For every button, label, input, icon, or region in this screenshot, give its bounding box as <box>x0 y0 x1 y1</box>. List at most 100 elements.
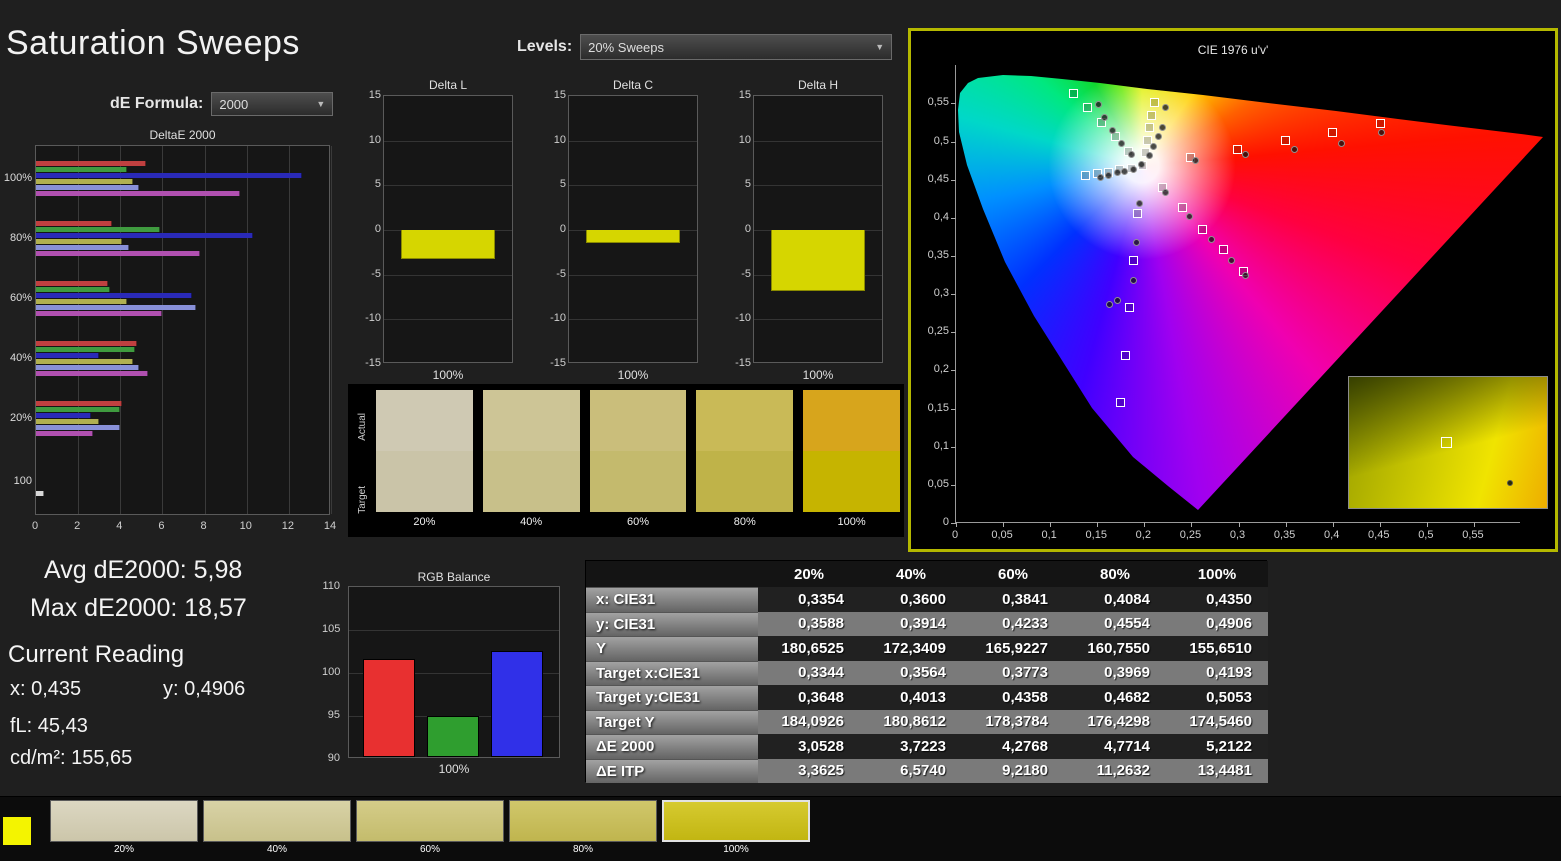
table-cell: 172,3409 <box>860 636 962 661</box>
bar <box>36 221 112 226</box>
target-point <box>1281 136 1291 146</box>
gridline <box>569 274 697 276</box>
swatch-column: 40% <box>482 390 580 537</box>
axis-tick <box>1473 522 1475 527</box>
target-point <box>1116 397 1126 407</box>
axis-tick <box>951 255 956 257</box>
page-title: Saturation Sweeps <box>6 24 300 62</box>
saturation-sweeps-screen: Saturation Sweeps Levels: 20% Sweeps ▼ d… <box>0 0 1561 861</box>
bar <box>36 413 91 418</box>
levels-dropdown[interactable]: 20% Sweeps ▼ <box>580 34 893 60</box>
bar <box>36 305 197 310</box>
table-cell: 0,4013 <box>860 685 962 710</box>
measured-point <box>1127 150 1135 158</box>
axis-tick-label: 90 <box>327 752 340 764</box>
table-cell: 0,3648 <box>758 685 860 710</box>
table-cell: 160,7550 <box>1064 636 1166 661</box>
measured-point <box>1290 145 1298 153</box>
target-point <box>1129 256 1139 266</box>
current-reading-title: Current Reading <box>8 641 185 668</box>
bar <box>36 341 138 346</box>
bar <box>36 425 121 430</box>
axis-tick-label: -10 <box>550 312 566 325</box>
delta-h-plot-area <box>753 95 883 363</box>
de-formula-dropdown[interactable]: 2000 ▼ <box>211 92 334 116</box>
table-cell: 6,5740 <box>860 758 962 783</box>
row-label: y: CIE31 <box>586 611 758 636</box>
gridline <box>384 140 512 142</box>
axis-tick-label: 5 <box>559 178 566 191</box>
table-cell: 0,3354 <box>758 587 860 612</box>
table-cell: 165,9227 <box>962 636 1064 661</box>
axis-tick-label: 15 <box>368 89 381 101</box>
measured-point <box>1507 480 1513 486</box>
axis-tick-label: 4 <box>116 520 123 532</box>
gridline <box>162 146 164 514</box>
table-cell: 4,2768 <box>962 734 1064 759</box>
bottom-bar: 20%40%60%80%100% ▲ ■▶▣∞↻ « Back Next » <box>0 796 1561 861</box>
target-point <box>1376 119 1386 129</box>
bar <box>36 347 136 352</box>
delta-l-chart: Delta L 100% 15 10 5 0 -5 -10 -15 <box>363 72 518 382</box>
bar <box>36 173 302 178</box>
sweep-tile-20%[interactable]: 20% <box>50 800 198 857</box>
max-de2000: Max dE2000: 18,57 <box>30 594 247 622</box>
axis-tick-label: 110 <box>322 580 340 592</box>
target-point <box>1233 144 1243 154</box>
table-cell: 174,5460 <box>1166 709 1268 734</box>
rgb-balance-plot-area <box>348 586 560 758</box>
chart-title: Delta H <box>797 78 838 92</box>
axis-tick <box>951 484 956 486</box>
table-header: 80% <box>1064 561 1166 587</box>
axis-label: 100% <box>438 762 470 776</box>
bar <box>36 239 123 244</box>
bar <box>36 401 123 406</box>
sweep-tile-40%[interactable]: 40% <box>203 800 351 857</box>
sweep-tile-80%[interactable]: 80% <box>509 800 657 857</box>
axis-tick <box>1238 522 1240 527</box>
delta-c-chart: Delta C 100% 15 10 5 0 -5 -10 -15 <box>548 72 703 382</box>
target-swatch <box>482 451 580 512</box>
chart-title: RGB Balance <box>417 570 491 584</box>
current-reading-y: y: 0,4906 <box>163 678 246 700</box>
table-cell: 4,7714 <box>1064 734 1166 759</box>
axis-group-label: 60% <box>9 292 32 304</box>
axis-tick-label: 0 <box>744 223 751 235</box>
measured-point <box>1105 171 1113 179</box>
sweep-tile-60%[interactable]: 60% <box>356 800 504 857</box>
table-header: 60% <box>962 561 1064 587</box>
axis-tick-label: 0,55 <box>1462 529 1484 541</box>
axis-tick <box>1332 522 1334 527</box>
axis-tick-label: 105 <box>322 623 341 635</box>
target-point <box>1328 127 1338 137</box>
axis-tick <box>951 294 956 296</box>
target-point <box>1218 245 1228 255</box>
swatch-column: 20% <box>376 390 473 537</box>
gridline <box>384 185 512 187</box>
axis-tick-label: -5 <box>371 267 381 280</box>
gridline <box>349 630 559 631</box>
axis-tick-label: 0,2 <box>1135 529 1151 541</box>
axis-tick-label: 14 <box>323 520 337 532</box>
sweep-tile-100%[interactable]: 100% <box>662 800 810 857</box>
axis-tick <box>1285 522 1287 527</box>
target-point <box>1121 350 1130 360</box>
bar <box>36 287 110 292</box>
measured-point <box>1378 128 1386 136</box>
bar <box>491 651 543 757</box>
target-point <box>1178 203 1188 213</box>
table-cell: 184,0926 <box>758 709 860 734</box>
gridline <box>754 140 882 142</box>
axis-tick <box>1191 522 1193 527</box>
bar <box>36 191 241 196</box>
axis-tick <box>951 408 956 410</box>
target-point <box>1145 123 1155 133</box>
axis-tick-label: 0,35 <box>927 248 949 261</box>
bar <box>36 419 100 424</box>
axis-tick-label: 0,1 <box>933 439 949 452</box>
tile-label: 100% <box>723 844 749 855</box>
target-point <box>1081 171 1091 181</box>
axis-tick <box>1050 522 1052 527</box>
table-cell: 0,4350 <box>1166 587 1268 612</box>
levels-value: 20% Sweeps <box>588 39 665 55</box>
